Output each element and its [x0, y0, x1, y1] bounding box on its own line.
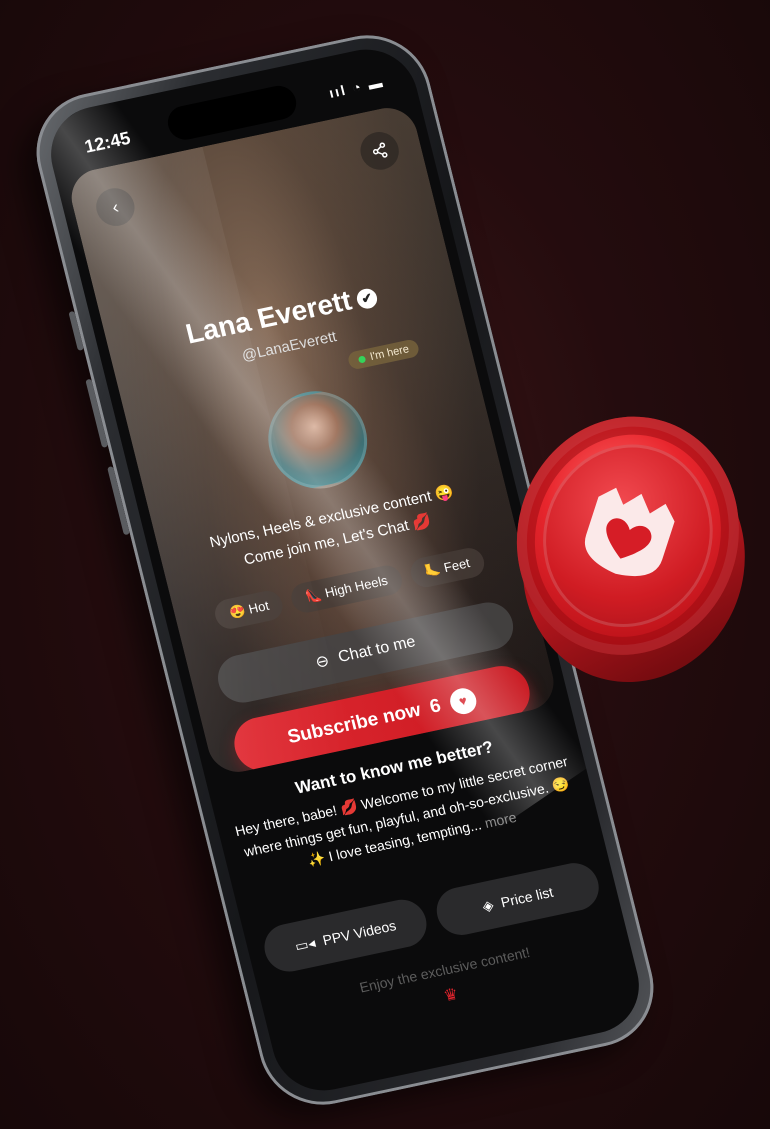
price-list-label: Price list — [499, 883, 555, 911]
subscribe-label: Subscribe now — [285, 699, 423, 749]
ppv-videos-button[interactable]: ▭◂ PPV Videos — [259, 895, 432, 977]
verified-icon: ✔ — [354, 286, 380, 311]
online-badge: I'm here — [346, 338, 421, 371]
tag-chip[interactable]: 🦶 Feet — [407, 545, 487, 590]
video-icon: ▭◂ — [293, 933, 317, 954]
coin-icon: ♥ — [447, 685, 479, 717]
tag-chip[interactable]: 👠 High Heels — [288, 562, 405, 616]
status-time: 12:45 — [82, 127, 133, 157]
online-dot-icon — [357, 354, 367, 364]
subscribe-price: 6 — [427, 695, 444, 718]
promo-stage: 12:45 ııl ◔ ▬ ‹ Lana Everett ✔ @LanaEver… — [0, 0, 770, 1129]
price-list-button[interactable]: ◈ Price list — [431, 858, 604, 940]
share-button[interactable] — [356, 128, 403, 174]
price-tag-icon: ◈ — [480, 896, 496, 914]
ppv-label: PPV Videos — [320, 917, 398, 949]
chat-icon: ⊖ — [313, 652, 332, 672]
crown-icon: ♛ — [442, 985, 461, 1006]
share-icon — [372, 142, 388, 158]
avatar[interactable] — [257, 382, 378, 498]
tag-chip[interactable]: 😍 Hot — [212, 588, 287, 632]
profile-hero: ‹ Lana Everett ✔ @LanaEverett I'm here N… — [65, 102, 560, 778]
chat-button-label: Chat to me — [336, 633, 418, 666]
more-link[interactable]: more — [483, 809, 518, 831]
back-icon: ‹ — [109, 196, 121, 217]
back-button[interactable]: ‹ — [92, 184, 139, 230]
status-icons: ııl ◔ ▬ — [327, 73, 386, 101]
online-label: I'm here — [368, 343, 411, 364]
